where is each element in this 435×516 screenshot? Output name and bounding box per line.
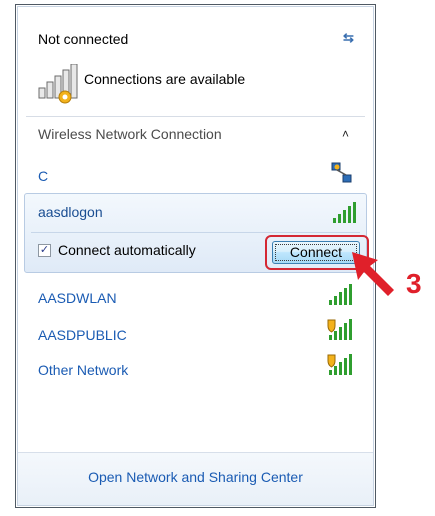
availability-text: Connections are available [84, 71, 246, 87]
network-item-aasdpublic[interactable]: AASDPUBLIC [38, 327, 127, 343]
signal-bars-shield-icon [327, 354, 352, 375]
selected-network-item[interactable]: aasdlogon ✓ Connect automatically Connec… [24, 193, 369, 273]
network-item-other[interactable]: Other Network [38, 362, 128, 378]
footer-bar: Open Network and Sharing Center [18, 452, 373, 505]
auto-connect-label[interactable]: Connect automatically [58, 242, 196, 258]
focus-rect [275, 244, 357, 261]
connection-status: Not connected [38, 31, 129, 47]
auto-connect-checkbox[interactable]: ✓ [38, 244, 51, 257]
signal-bars-icon [329, 284, 352, 305]
network-flyout: Not connected ⇆ Connections are availabl… [15, 4, 376, 508]
collapse-icon[interactable]: ˄ [342, 127, 349, 141]
signal-bars-shield-icon [327, 319, 352, 340]
section-title: Wireless Network Connection [38, 126, 222, 142]
signal-bars-icon [333, 202, 356, 223]
flyout-inner: Not connected ⇆ Connections are availabl… [17, 6, 374, 506]
open-network-sharing-center-link[interactable]: Open Network and Sharing Center [18, 469, 373, 485]
connect-button[interactable]: Connect [272, 241, 360, 264]
network-item-aasdlogon[interactable]: aasdlogon [38, 204, 103, 220]
network-availability-icon [38, 64, 78, 104]
section-divider [26, 116, 365, 117]
pointer-arrow-icon [352, 252, 394, 296]
network-item-aasdwlan[interactable]: AASDWLAN [38, 290, 117, 306]
refresh-icon[interactable]: ⇆ [343, 30, 354, 46]
wired-network-icon [331, 162, 352, 183]
network-item-c[interactable]: C [38, 168, 48, 184]
step-number: 3 [406, 268, 422, 299]
selected-divider [31, 232, 360, 233]
